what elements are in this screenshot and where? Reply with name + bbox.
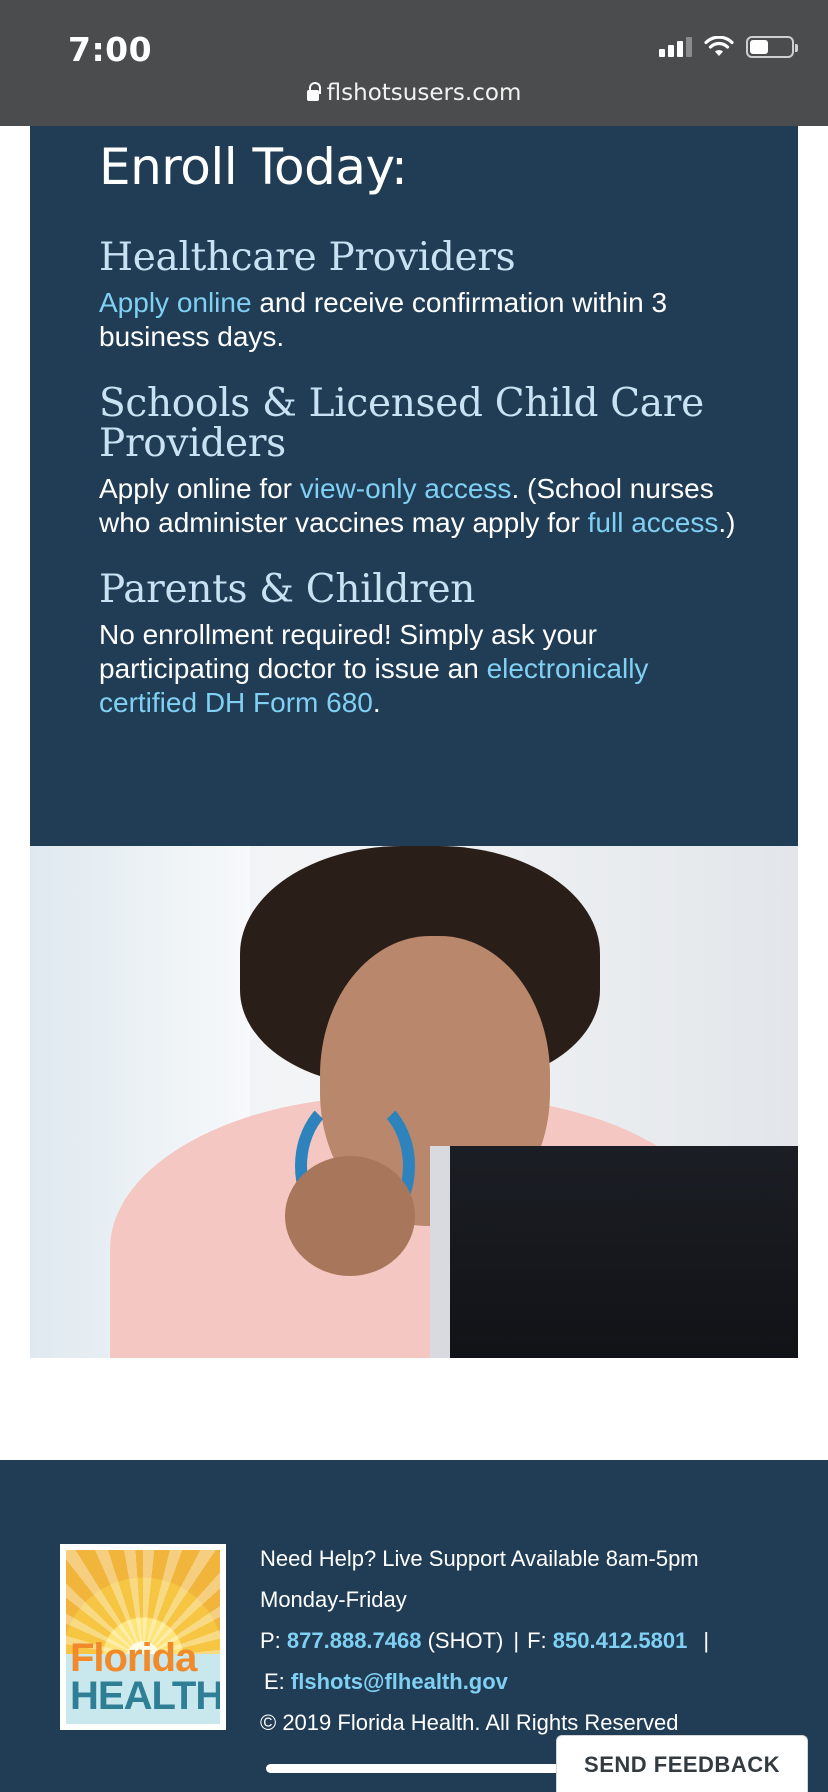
providers-heading: Healthcare Providers: [99, 235, 516, 280]
fax-link[interactable]: 850.412.5801: [553, 1628, 688, 1653]
support-info: Need Help? Live Support Available 8am-5p…: [260, 1538, 780, 1743]
view-only-access-link[interactable]: view-only access: [300, 473, 512, 504]
schools-text: Apply online for view-only access. (Scho…: [99, 472, 738, 540]
parents-text-after: .: [372, 687, 381, 718]
lock-icon: [306, 82, 321, 101]
url-text: flshotsusers.com: [326, 80, 522, 106]
logo-text-health: HEALTH: [70, 1674, 220, 1718]
providers-text: Apply online and receive confirmation wi…: [99, 286, 738, 354]
parents-text: No enrollment required! Simply ask your …: [99, 618, 738, 720]
email-link[interactable]: flshots@flhealth.gov: [291, 1669, 508, 1694]
separator: |: [513, 1628, 520, 1653]
schools-text-after: .): [718, 507, 736, 538]
send-feedback-button[interactable]: SEND FEEDBACK: [556, 1735, 808, 1792]
parents-heading: Parents & Children: [99, 567, 476, 612]
phone-label: P:: [260, 1628, 287, 1653]
full-access-link[interactable]: full access: [588, 507, 719, 538]
battery-icon: [746, 36, 798, 58]
schools-heading: Schools & Licensed Child Care Providers: [99, 381, 704, 466]
fax-label: F:: [527, 1628, 553, 1653]
support-days: Monday-Friday: [260, 1587, 407, 1612]
schools-text-before: Apply online for: [99, 473, 300, 504]
home-indicator[interactable]: [266, 1764, 562, 1773]
status-icons: [659, 36, 798, 58]
email-line: E: flshots@flhealth.gov: [260, 1661, 780, 1702]
contact-line: P: 877.888.7468 (SHOT) | F: 850.412.5801 |: [260, 1620, 780, 1661]
florida-health-logo[interactable]: Florida HEALTH: [60, 1544, 226, 1730]
wifi-icon: [704, 36, 734, 56]
apply-online-link[interactable]: Apply online: [99, 287, 252, 318]
browser-status-bar: 7:00 flshotsusers.com: [0, 0, 828, 126]
enroll-panel: Enroll Today: Healthcare Providers Apply…: [30, 126, 798, 846]
phone-link[interactable]: 877.888.7468: [287, 1628, 422, 1653]
enroll-title: Enroll Today:: [99, 138, 408, 196]
clock: 7:00: [68, 30, 153, 69]
separator: |: [703, 1628, 710, 1653]
support-hours: Need Help? Live Support Available 8am-5p…: [260, 1546, 699, 1571]
phone-suffix: (SHOT): [421, 1628, 504, 1653]
nurse-photo: [30, 846, 798, 1358]
address-bar[interactable]: flshotsusers.com: [0, 80, 828, 106]
cellular-signal-icon: [659, 37, 692, 57]
email-label: E:: [264, 1669, 291, 1694]
